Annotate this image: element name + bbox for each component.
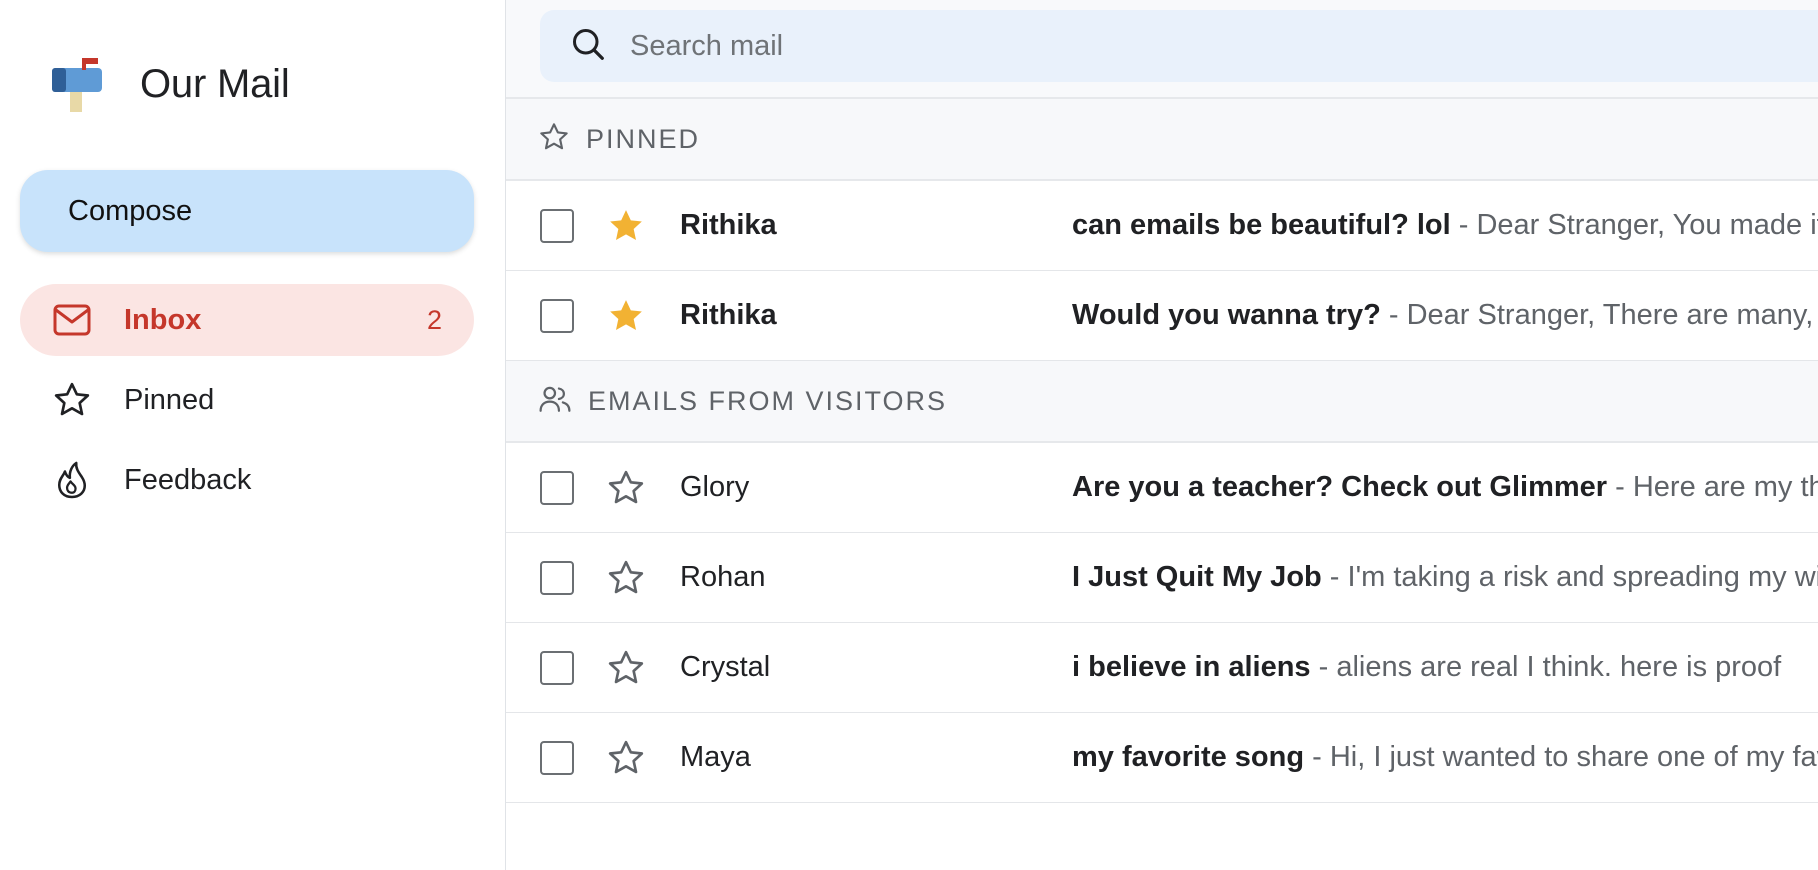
email-subject: Are you a teacher? Check out Glimmer: [1072, 471, 1608, 503]
email-row[interactable]: Rohan I Just Quit My Job - I'm taking a …: [506, 533, 1818, 623]
star-outline-icon[interactable]: [606, 738, 646, 778]
star-filled-icon[interactable]: [606, 206, 646, 246]
email-row[interactable]: Maya my favorite song - Hi, I just wante…: [506, 713, 1818, 803]
star-outline-icon[interactable]: [606, 558, 646, 598]
sidebar-item-label: Inbox: [124, 303, 202, 336]
email-content: Would you wanna try? - Dear Stranger, Th…: [1072, 299, 1818, 332]
email-separator: -: [1310, 651, 1337, 683]
sidebar: Our Mail Compose Inbox 2 Pinned Feedback: [0, 0, 506, 870]
email-subject: Would you wanna try?: [1072, 299, 1381, 331]
search-input[interactable]: [630, 29, 1730, 63]
compose-button[interactable]: Compose: [20, 170, 474, 252]
email-sender: Rithika: [680, 209, 777, 241]
email-sender: Glory: [680, 471, 750, 503]
brand: Our Mail: [48, 56, 290, 112]
select-checkbox[interactable]: [540, 560, 574, 595]
section-header-visitors: EMAILS FROM VISITORS: [506, 361, 1818, 443]
sidebar-item-label: Pinned: [124, 383, 215, 416]
email-content: I Just Quit My Job - I'm taking a risk a…: [1072, 561, 1818, 594]
email-sender: Rohan: [680, 561, 766, 593]
sidebar-nav: Inbox 2 Pinned Feedback: [20, 284, 474, 524]
email-snippet: aliens are real I think. here is proof: [1336, 651, 1782, 683]
sidebar-item-pinned[interactable]: Pinned: [20, 364, 474, 436]
email-snippet: Hi, I just wanted to share one of my fav…: [1329, 741, 1818, 773]
email-separator: -: [1380, 299, 1407, 331]
star-icon: [52, 380, 92, 420]
select-checkbox[interactable]: [540, 470, 574, 505]
app-title: Our Mail: [140, 62, 290, 106]
top-bar: [506, 0, 1818, 99]
email-row[interactable]: Glory Are you a teacher? Check out Glimm…: [506, 443, 1818, 533]
email-sender: Rithika: [680, 299, 777, 331]
email-separator: -: [1450, 209, 1477, 241]
email-snippet: Here are my thoughts: [1632, 471, 1818, 503]
flame-icon: [52, 460, 92, 500]
mailbox-logo-icon: [48, 56, 106, 112]
email-separator: -: [1321, 561, 1348, 593]
search-icon: [570, 26, 606, 67]
inbox-count-badge: 2: [426, 304, 442, 335]
star-filled-icon[interactable]: [606, 296, 646, 336]
email-content: can emails be beautiful? lol - Dear Stra…: [1072, 209, 1818, 242]
email-row[interactable]: Rithika can emails be beautiful? lol - D…: [506, 181, 1818, 271]
email-row[interactable]: Crystal i believe in aliens - aliens are…: [506, 623, 1818, 713]
users-icon: [538, 383, 572, 420]
email-sender: Maya: [680, 741, 751, 773]
email-content: Are you a teacher? Check out Glimmer - H…: [1072, 471, 1818, 504]
select-checkbox[interactable]: [540, 208, 574, 243]
star-outline-icon[interactable]: [606, 648, 646, 688]
email-subject: can emails be beautiful? lol: [1072, 209, 1451, 241]
email-snippet: Dear Stranger, There are many, many: [1406, 299, 1818, 331]
email-snippet: Dear Stranger, You made it: [1476, 209, 1818, 241]
sidebar-item-label: Feedback: [124, 463, 252, 496]
select-checkbox[interactable]: [540, 650, 574, 685]
sidebar-item-inbox[interactable]: Inbox 2: [20, 284, 474, 356]
email-snippet: I'm taking a risk and spreading my wings: [1347, 561, 1818, 593]
sidebar-item-feedback[interactable]: Feedback: [20, 444, 474, 516]
section-title: EMAILS FROM VISITORS: [588, 385, 948, 416]
email-separator: -: [1304, 741, 1330, 773]
star-outline-icon: [538, 121, 570, 158]
email-row[interactable]: Rithika Would you wanna try? - Dear Stra…: [506, 271, 1818, 361]
search-bar[interactable]: [540, 10, 1818, 82]
email-subject: i believe in aliens: [1072, 651, 1311, 683]
select-checkbox[interactable]: [540, 740, 574, 775]
star-outline-icon[interactable]: [606, 468, 646, 508]
email-subject: my favorite song: [1072, 741, 1305, 773]
email-content: my favorite song - Hi, I just wanted to …: [1072, 741, 1818, 774]
email-sender: Crystal: [680, 651, 771, 683]
main-panel: PINNED Rithika can emails be beautiful? …: [506, 0, 1818, 870]
section-header-pinned: PINNED: [506, 99, 1818, 181]
section-title: PINNED: [586, 123, 701, 154]
email-subject: I Just Quit My Job: [1072, 561, 1322, 593]
email-content: i believe in aliens - aliens are real I …: [1072, 651, 1781, 684]
mail-app: Our Mail Compose Inbox 2 Pinned Feedback…: [0, 0, 1818, 870]
mail-icon: [52, 300, 92, 340]
email-separator: -: [1607, 471, 1633, 503]
select-checkbox[interactable]: [540, 298, 574, 333]
